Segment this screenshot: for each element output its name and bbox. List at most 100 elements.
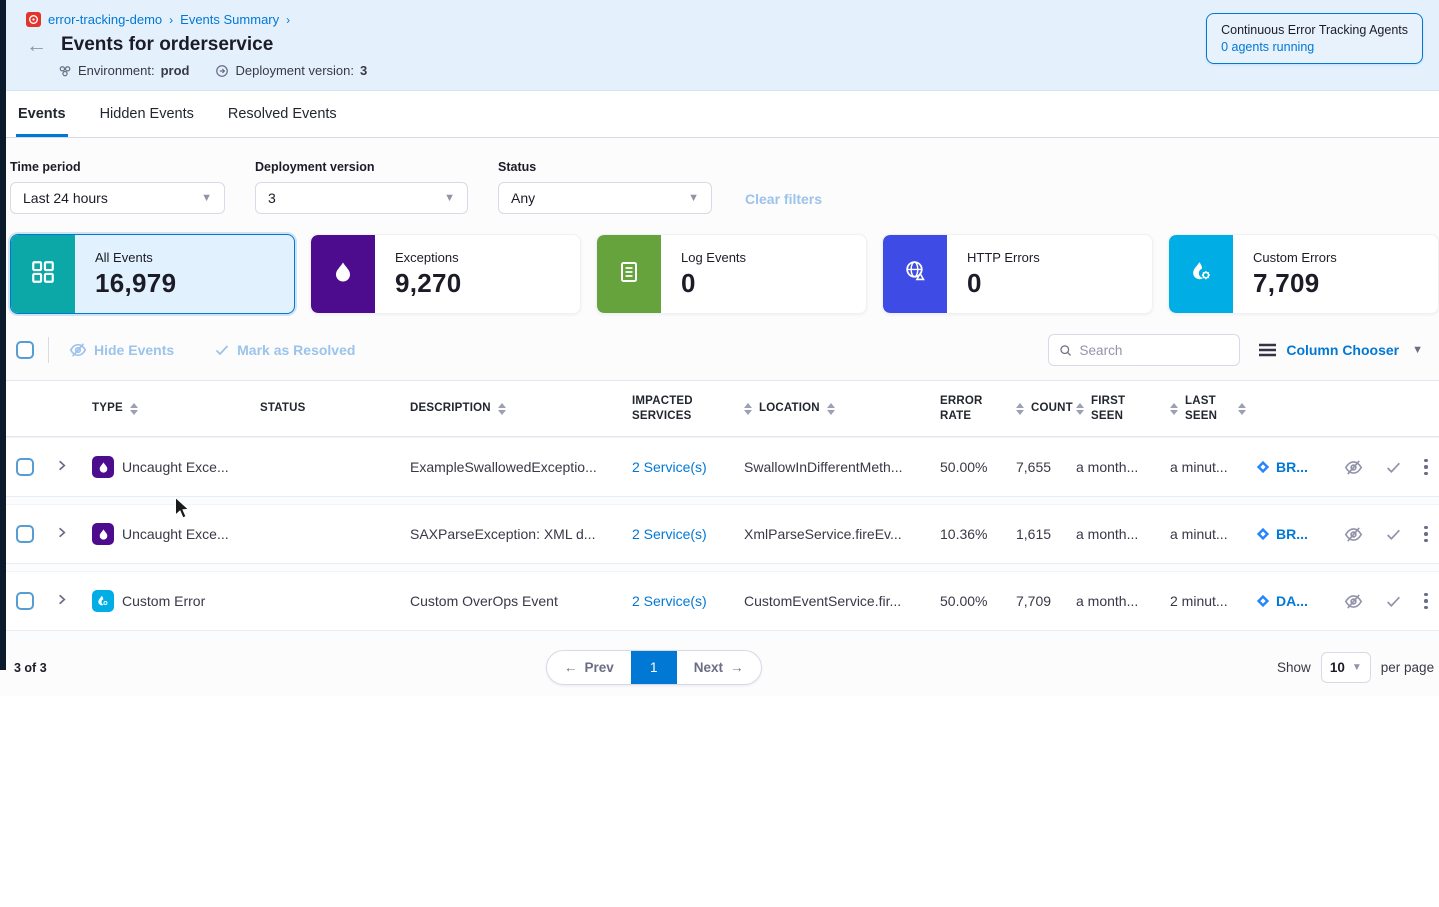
stat-card-all-events[interactable]: All Events 16,979 [10,234,295,314]
event-error-rate: 50.00% [940,459,1016,475]
event-location: CustomEventService.fir... [744,593,940,609]
tab-events[interactable]: Events [16,91,68,137]
arrow-left-icon: ← [564,660,578,675]
next-label: Next [694,660,723,675]
tab-hidden-events[interactable]: Hidden Events [98,91,196,137]
select-all-checkbox[interactable] [16,341,34,359]
ticket-link[interactable]: BR... [1276,526,1308,542]
event-first-seen: a month... [1076,593,1170,609]
bulk-actions-toolbar: Hide Events Mark as Resolved Column Choo… [0,314,1439,380]
event-row-3[interactable]: Custom Error Custom OverOps Event 2 Serv… [0,571,1439,631]
expand-chevron-icon[interactable] [54,592,69,607]
ticket-link[interactable]: DA... [1276,593,1308,609]
tab-bar: Events Hidden Events Resolved Events [0,91,1439,138]
sort-icon[interactable] [1170,403,1178,415]
time-period-select[interactable]: Last 24 hours ▼ [10,182,225,214]
col-type: TYPE [92,401,123,415]
page-header: error-tracking-demo › Events Summary › ←… [0,0,1439,91]
row-menu-icon[interactable] [1424,459,1428,476]
stat-card-value: 9,270 [395,268,462,299]
stat-card-label: HTTP Errors [967,250,1040,265]
stat-card-exceptions[interactable]: Exceptions 9,270 [310,234,581,314]
row-checkbox[interactable] [16,525,34,543]
col-error-rate: ERROR RATE [940,394,1006,423]
chevron-right-icon: › [169,13,173,27]
sort-icon[interactable] [827,403,835,415]
sort-icon[interactable] [498,403,506,415]
breadcrumb-section[interactable]: Events Summary [180,12,279,27]
hide-event-icon[interactable] [1344,525,1363,544]
deployment-version-icon [215,64,229,78]
stat-card-label: Custom Errors [1253,250,1337,265]
impacted-services-link[interactable]: 2 Service(s) [632,526,707,542]
agents-status-card[interactable]: Continuous Error Tracking Agents 0 agent… [1206,13,1423,64]
prev-label: Prev [585,660,614,675]
impacted-services-link[interactable]: 2 Service(s) [632,593,707,609]
search-box [1048,334,1240,366]
hide-events-button[interactable]: Hide Events [69,341,174,359]
row-menu-icon[interactable] [1424,593,1428,610]
stat-card-log-events[interactable]: Log Events 0 [596,234,867,314]
page-size-control: Show 10 ▼ per page [1277,652,1434,683]
hide-event-icon[interactable] [1344,592,1363,611]
stat-card-value: 7,709 [1253,268,1337,299]
tab-resolved-events[interactable]: Resolved Events [226,91,339,137]
event-row-1[interactable]: Uncaught Exce... ExampleSwallowedExcepti… [0,437,1439,497]
table-body: Uncaught Exce... ExampleSwallowedExcepti… [0,437,1439,640]
document-icon [617,260,641,289]
per-page-label: per page [1381,660,1434,675]
resolve-event-icon[interactable] [1385,526,1402,543]
collapsed-sidebar-edge [0,0,6,670]
stat-card-custom-errors[interactable]: Custom Errors 7,709 [1168,234,1439,314]
error-tracking-module-icon [26,12,41,27]
stat-card-http-errors[interactable]: HTTP Errors 0 [882,234,1153,314]
row-checkbox[interactable] [16,458,34,476]
back-button[interactable]: ← [26,35,47,56]
event-type: Uncaught Exce... [122,526,229,542]
deployment-version-select[interactable]: 3 ▼ [255,182,468,214]
agents-running-link[interactable]: 0 agents running [1221,40,1408,54]
search-input[interactable] [1080,343,1230,358]
col-last-seen: LAST SEEN [1185,394,1231,423]
breadcrumb-project[interactable]: error-tracking-demo [48,12,162,27]
sort-icon[interactable] [744,403,752,415]
row-menu-icon[interactable] [1424,526,1428,543]
event-row-2[interactable]: Uncaught Exce... SAXParseException: XML … [0,504,1439,564]
hide-event-icon[interactable] [1344,458,1363,477]
sort-icon[interactable] [1016,403,1024,415]
col-status: STATUS [260,401,306,415]
check-icon [214,342,230,358]
prev-page-button[interactable]: ← Prev [547,651,631,684]
event-first-seen: a month... [1076,526,1170,542]
event-first-seen: a month... [1076,459,1170,475]
stat-card-label: Exceptions [395,250,462,265]
filters-row: Time period Last 24 hours ▼ Deployment v… [0,138,1439,234]
resolve-event-icon[interactable] [1385,593,1402,610]
exception-type-icon [92,523,114,545]
column-chooser-button[interactable]: Column Chooser ▼ [1258,342,1423,358]
time-period-label: Time period [10,160,225,174]
next-page-button[interactable]: Next → [677,651,761,684]
chevron-down-icon: ▼ [201,192,212,204]
sort-icon[interactable] [130,403,138,415]
page-size-select[interactable]: 10 ▼ [1321,652,1371,683]
mark-resolved-button[interactable]: Mark as Resolved [214,342,355,358]
ticket-link[interactable]: BR... [1276,459,1308,475]
sort-icon[interactable] [1238,403,1246,415]
status-select[interactable]: Any ▼ [498,182,712,214]
clear-filters-button[interactable]: Clear filters [745,191,822,207]
expand-chevron-icon[interactable] [54,525,69,540]
resolve-event-icon[interactable] [1385,459,1402,476]
impacted-services-link[interactable]: 2 Service(s) [632,459,707,475]
row-checkbox[interactable] [16,592,34,610]
col-impacted-services: IMPACTED SERVICES [632,394,734,423]
table-header-row: TYPE STATUS DESCRIPTION IMPACTED SERVICE… [0,381,1439,437]
sort-icon[interactable] [1076,403,1084,415]
page-1-button[interactable]: 1 [631,651,677,684]
page-size-value: 10 [1330,660,1345,675]
stat-card-value: 0 [681,268,746,299]
environment-value: prod [161,63,190,78]
hide-events-label: Hide Events [94,342,174,358]
environment-icon [58,64,72,78]
expand-chevron-icon[interactable] [54,458,69,473]
